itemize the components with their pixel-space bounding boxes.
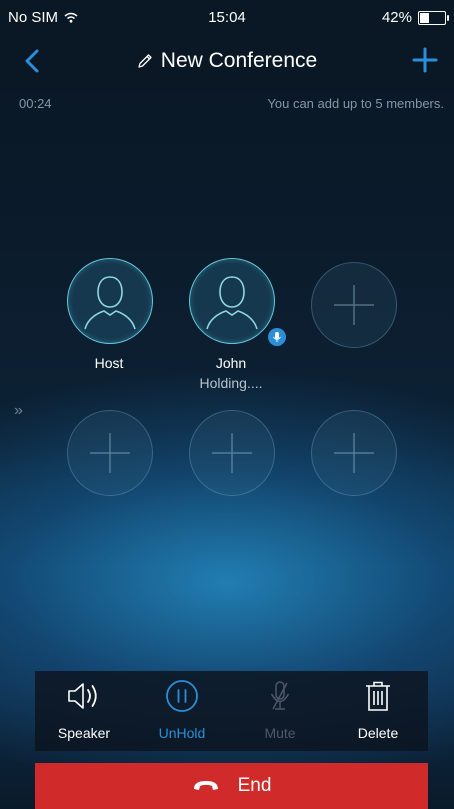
title-area[interactable]: New Conference	[0, 49, 454, 73]
add-member-slot[interactable]	[311, 262, 397, 348]
speaker-button[interactable]: Speaker	[35, 671, 133, 751]
mute-button[interactable]: Mute	[231, 671, 329, 751]
speaker-label: Speaker	[57, 725, 111, 741]
battery-level	[420, 12, 430, 23]
member-status-john: Holding....	[199, 375, 263, 391]
unhold-button[interactable]: UnHold	[133, 671, 231, 751]
page-title: New Conference	[160, 49, 318, 72]
member-name-john: John	[215, 355, 247, 371]
pencil-icon	[138, 54, 152, 68]
add-member-slot[interactable]	[189, 410, 275, 496]
plus-icon	[212, 433, 252, 473]
plus-icon[interactable]	[412, 47, 438, 73]
trash-icon	[366, 681, 390, 711]
member-avatar-john[interactable]	[189, 258, 275, 344]
battery-status: 42%	[381, 9, 449, 26]
member-avatar-host[interactable]	[67, 258, 153, 344]
person-icon	[206, 276, 258, 330]
call-timer: 00:24	[19, 96, 52, 111]
battery-icon	[418, 10, 449, 25]
delete-button[interactable]: Delete	[329, 671, 427, 751]
plus-icon	[334, 433, 374, 473]
add-member-slot[interactable]	[67, 410, 153, 496]
person-icon	[84, 276, 136, 330]
microphone-badge-icon	[268, 328, 286, 346]
speaker-icon	[68, 683, 97, 709]
status-bar: No SIM 15:04 42%	[0, 0, 454, 38]
delete-label: Delete	[357, 725, 399, 741]
add-member-slot[interactable]	[311, 410, 397, 496]
plus-icon	[334, 285, 374, 325]
member-limit-hint: You can add up to 5 members.	[267, 96, 444, 111]
call-controls-toolbar: Speaker UnHold Mute Delete	[35, 671, 428, 751]
end-label: End	[237, 775, 272, 796]
nav-bar: New Conference	[0, 38, 454, 84]
battery-percent: 42%	[381, 9, 412, 26]
plus-icon	[90, 433, 130, 473]
microphone-icon	[270, 681, 290, 710]
phone-hangup-icon	[193, 781, 218, 790]
unhold-label: UnHold	[158, 725, 206, 741]
expand-arrows-icon[interactable]: »	[14, 402, 23, 420]
mute-label: Mute	[264, 725, 296, 741]
end-call-button[interactable]: End	[35, 763, 428, 809]
pause-icon	[166, 680, 198, 712]
member-name-host: Host	[94, 355, 124, 371]
